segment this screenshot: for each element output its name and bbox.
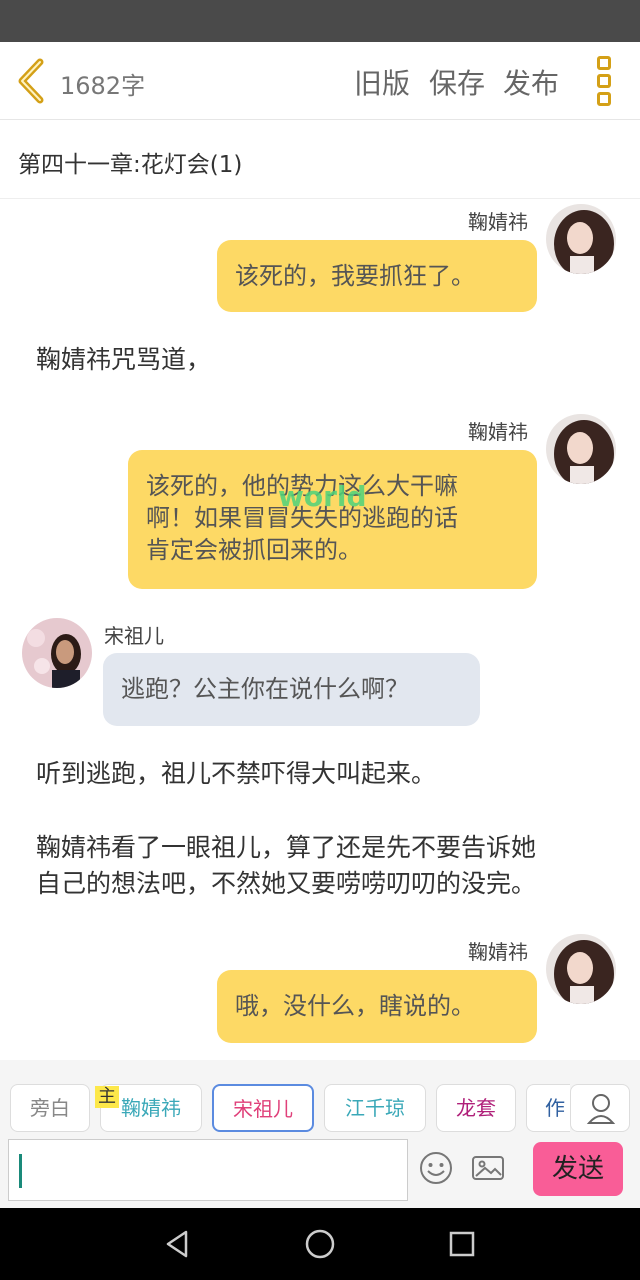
input-bar: 发送 <box>0 1136 640 1208</box>
chip-label: 龙套 <box>456 1096 496 1120</box>
old-version-button[interactable]: 旧版 <box>354 62 410 102</box>
message-bubble[interactable]: 该死的，我要抓狂了。 <box>217 240 537 312</box>
system-nav-bar <box>0 1208 640 1280</box>
emoji-button[interactable] <box>418 1150 454 1186</box>
chapter-bar[interactable]: 第四十一章:花灯会(1) <box>0 121 640 199</box>
chevron-left-icon <box>18 58 44 104</box>
recents-square-icon <box>449 1231 475 1257</box>
speaker-name: 宋祖儿 <box>104 624 164 648</box>
message-text: 逃跑？公主你在说什么啊？ <box>121 675 409 703</box>
speaker-name: 鞠婧祎 <box>468 210 528 234</box>
message-bubble[interactable]: 该死的，他的势力这么大干嘛 啊！如果冒冒失失的逃跑的话 肯定会被抓回来的。 <box>128 450 537 589</box>
character-bar: 旁白 鞠婧祎 主 宋祖儿 江千琼 龙套 作 <box>0 1060 640 1136</box>
message-text-line: 肯定会被抓回来的。 <box>146 536 362 564</box>
publish-button[interactable]: 发布 <box>503 62 559 102</box>
back-triangle-icon <box>166 1230 188 1258</box>
message-input[interactable] <box>8 1139 408 1201</box>
top-bar: 1682字 旧版 保存 发布 <box>0 42 640 120</box>
message-bubble[interactable]: 逃跑？公主你在说什么啊？ <box>103 653 480 726</box>
chip-author[interactable]: 作 <box>526 1084 570 1132</box>
watermark: world <box>278 480 367 513</box>
avatar[interactable] <box>22 618 92 688</box>
emoji-icon <box>420 1152 452 1184</box>
nav-home-button[interactable] <box>302 1226 338 1262</box>
image-button[interactable] <box>470 1150 506 1186</box>
image-icon <box>472 1156 504 1180</box>
home-circle-icon <box>305 1229 335 1259</box>
narration-text[interactable]: 听到逃跑，祖儿不禁吓得大叫起来。 <box>36 756 616 792</box>
chip-label: 江千琼 <box>345 1096 405 1120</box>
nav-recents-button[interactable] <box>444 1226 480 1262</box>
avatar[interactable] <box>546 414 616 484</box>
chip-narrator[interactable]: 旁白 <box>10 1084 90 1132</box>
chip-character[interactable]: 江千琼 <box>324 1084 426 1132</box>
word-count: 1682字 <box>60 72 146 100</box>
send-button[interactable]: 发送 <box>533 1142 623 1196</box>
speaker-name: 鞠婧祎 <box>468 420 528 444</box>
avatar[interactable] <box>546 204 616 274</box>
nav-back-button[interactable] <box>160 1226 196 1262</box>
more-vertical-icon <box>592 56 616 106</box>
status-bar <box>0 0 640 42</box>
message-text: 该死的，我要抓狂了。 <box>235 262 475 290</box>
narration-text[interactable]: 鞠婧祎看了一眼祖儿，算了还是先不要告诉她 自己的想法吧，不然她又要唠唠叨叨的没完… <box>36 830 616 902</box>
avatar[interactable] <box>546 934 616 1004</box>
add-character-button[interactable] <box>570 1084 630 1132</box>
chip-character[interactable]: 龙套 <box>436 1084 516 1132</box>
message-bubble[interactable]: 哦，没什么，瞎说的。 <box>217 970 537 1043</box>
chip-label: 作 <box>545 1096 565 1120</box>
narration-line: 鞠婧祎看了一眼祖儿，算了还是先不要告诉她 <box>36 833 537 862</box>
narration-text[interactable]: 鞠婧祎咒骂道， <box>36 342 616 378</box>
chip-character[interactable]: 宋祖儿 <box>212 1084 314 1132</box>
narration-line: 自己的想法吧，不然她又要唠唠叨叨的没完。 <box>36 869 537 898</box>
text-caret <box>19 1154 22 1188</box>
chapter-title: 第四十一章:花灯会(1) <box>18 152 243 178</box>
chip-label: 宋祖儿 <box>233 1097 293 1121</box>
message-text: 哦，没什么，瞎说的。 <box>235 992 475 1020</box>
host-badge: 主 <box>95 1086 119 1108</box>
person-icon <box>586 1094 616 1124</box>
chip-label: 鞠婧祎 <box>121 1096 181 1120</box>
chip-label: 旁白 <box>30 1096 70 1120</box>
more-menu-button[interactable] <box>592 56 616 108</box>
speaker-name: 鞠婧祎 <box>468 940 528 964</box>
save-button[interactable]: 保存 <box>429 62 485 102</box>
back-button[interactable] <box>14 58 54 104</box>
chat-content[interactable]: 鞠婧祎 该死的，我要抓狂了。 鞠婧祎咒骂道， 鞠婧祎 该死的，他的势力这么大干嘛… <box>0 200 640 1060</box>
